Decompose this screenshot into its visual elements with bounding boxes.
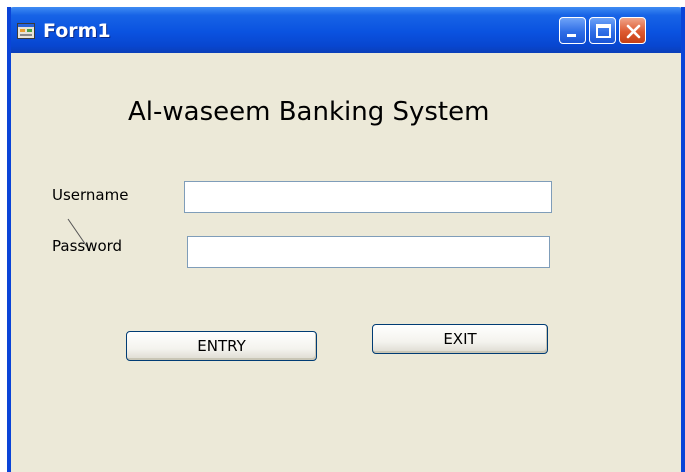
form1-window: Form1 Al-waseem Banking System Username … (7, 7, 685, 472)
app-icon (17, 23, 35, 39)
minimize-button[interactable] (559, 17, 586, 44)
page-title: Al-waseem Banking System (128, 97, 490, 127)
close-icon (626, 24, 641, 39)
minimize-icon (567, 34, 576, 37)
maximize-button[interactable] (589, 17, 616, 44)
close-button[interactable] (619, 17, 646, 44)
window-title: Form1 (43, 20, 111, 42)
username-field[interactable] (184, 181, 552, 213)
password-label: Password (52, 237, 123, 255)
password-field[interactable] (187, 236, 550, 268)
exit-button[interactable]: EXIT (372, 324, 548, 354)
maximize-icon (596, 24, 611, 38)
form-client-area: Al-waseem Banking System Username Passwo… (11, 53, 681, 472)
entry-button[interactable]: ENTRY (126, 331, 317, 361)
username-label: Username (52, 186, 129, 204)
title-bar[interactable]: Form1 (11, 7, 681, 53)
